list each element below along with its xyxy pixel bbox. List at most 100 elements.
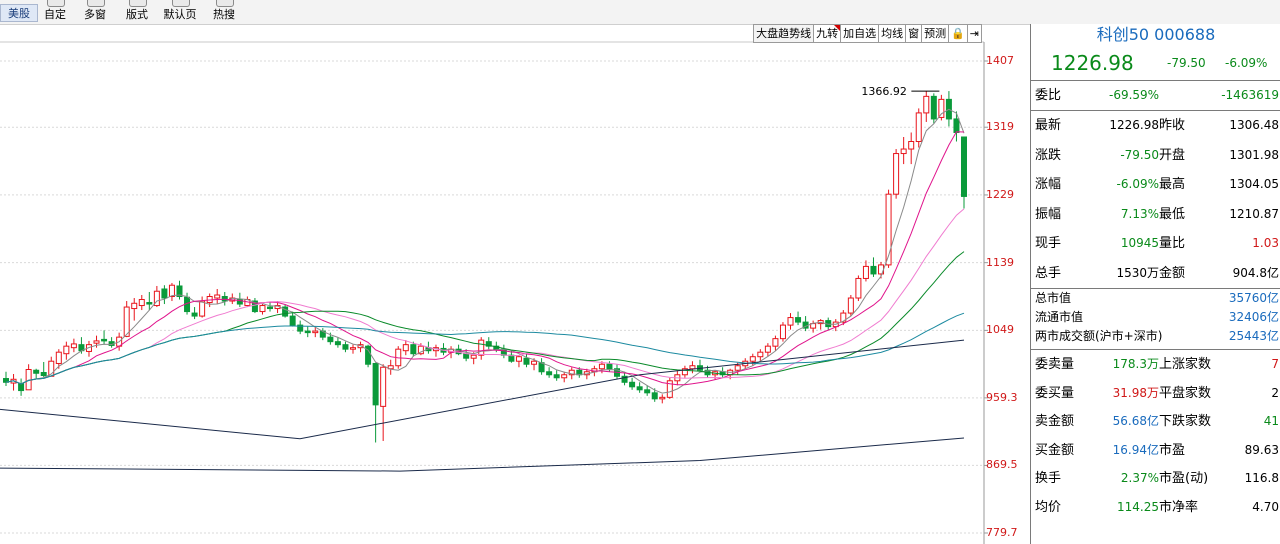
stat-value: 31.98万: [1112, 385, 1159, 400]
candle-body: [161, 288, 168, 299]
candle-body: [598, 363, 605, 370]
weibi-value: -1463619: [1221, 88, 1279, 102]
quote-key: 开盘: [1159, 147, 1186, 163]
price-tick-label: 1229: [986, 187, 1014, 201]
candle-body: [772, 338, 779, 347]
toolbar-button-label: 默认页: [163, 8, 197, 21]
chart-button-label: 窗: [908, 27, 920, 40]
candle-body: [191, 312, 198, 317]
market-tab-us[interactable]: 美股: [0, 4, 38, 22]
chart-button-label: 均线: [881, 27, 904, 40]
candle-body: [855, 277, 862, 299]
chart-button-label: ⇥: [969, 27, 979, 40]
stat-value: 89.63: [1244, 442, 1279, 457]
price-tick-label: 1139: [986, 255, 1014, 269]
candle-body: [764, 345, 771, 353]
current-price: 1226.98: [1051, 51, 1134, 75]
chart-add-watchlist-button[interactable]: 加自选: [840, 24, 880, 43]
quote-row: 振幅 7.13% 最低 1210.87: [1031, 200, 1280, 229]
market-value: 32406亿: [1228, 310, 1279, 324]
candle-body: [55, 351, 62, 364]
quote-value: 10945: [1120, 236, 1159, 250]
stat-key: 平盘家数: [1159, 385, 1212, 401]
candle-body: [199, 300, 206, 317]
kline-chart[interactable]: 1366.92 大盘趋势线 九转 加自选 均线窗预测 🔒 ⇥ 1407 1319 1229 11…: [0, 24, 1030, 544]
stat-key: 均价: [1035, 500, 1062, 515]
candle-body: [18, 383, 25, 392]
quote-value: 1226.98: [1109, 118, 1159, 132]
stat-row: 卖金额 56.68亿 下跌家数 41: [1031, 407, 1280, 436]
market-key: 两市成交额(沪市+深市): [1035, 329, 1163, 343]
market-row: 两市成交额(沪市+深市) 25443亿: [1031, 328, 1280, 345]
high-annotation: 1366.92: [861, 85, 907, 98]
quote-row: 涨幅 -6.09% 最高 1304.05: [1031, 170, 1280, 199]
candle-body: [267, 306, 274, 310]
chart-exit-button[interactable]: ⇥: [966, 24, 982, 43]
price-tick-label: 1319: [986, 120, 1014, 134]
kline-svg: 1366.92: [0, 41, 988, 544]
candle-body: [553, 374, 560, 379]
toolbar-default-page-button[interactable]: 默认页: [160, 0, 200, 24]
toolbar-layout-button[interactable]: 版式: [117, 0, 157, 24]
quote-key: 总手: [1035, 265, 1062, 281]
stat-row: 委卖量 178.3万 上涨家数 7: [1031, 350, 1280, 379]
candle-body: [930, 95, 937, 120]
candle-body: [644, 389, 651, 394]
stock-title: 科创50 000688: [1096, 25, 1216, 44]
candle-body: [923, 95, 930, 114]
stat-key: 下跌家数: [1159, 414, 1212, 430]
toolbar-button-label: 自定: [44, 8, 66, 21]
candle-body: [629, 381, 636, 388]
price-tick-label: 1049: [986, 323, 1014, 337]
chart-window-button[interactable]: 窗: [905, 24, 923, 43]
candle-body: [372, 362, 379, 406]
chart-button-label: 预测: [924, 27, 947, 40]
toolbar-multi-window-button[interactable]: 多窗: [75, 0, 115, 24]
chart-moving-average-button[interactable]: 均线: [878, 24, 907, 43]
candle-body: [138, 299, 145, 307]
chart-lock-button[interactable]: 🔒: [948, 24, 968, 43]
candle-body: [779, 324, 786, 340]
candle-body: [651, 392, 658, 400]
chart-trend-line-button[interactable]: 大盘趋势线: [753, 24, 815, 43]
quote-key: 昨收: [1159, 118, 1186, 133]
candle-body: [131, 302, 138, 310]
chart-button-label: 加自选: [843, 27, 877, 40]
stat-value: 56.68亿: [1112, 414, 1159, 429]
stat-value: 4.70: [1252, 500, 1279, 514]
quote-key: 最新: [1035, 118, 1062, 133]
toolbar-hot-search-button[interactable]: 热搜: [204, 0, 244, 24]
price-tick-label: 869.5: [986, 458, 1018, 472]
quote-value: -79.50: [1120, 147, 1159, 162]
stat-key: 卖金额: [1035, 414, 1075, 430]
candle-body: [312, 330, 319, 334]
candle-body: [870, 265, 877, 275]
toolbar-custom-button[interactable]: 自定: [35, 0, 75, 24]
candle-body: [402, 344, 409, 352]
candle-body: [546, 371, 553, 376]
stat-value: 116.8: [1244, 471, 1279, 486]
toolbar-button-label: 多窗: [84, 8, 106, 21]
stat-row: 均价 114.25 市净率 4.70: [1031, 493, 1280, 522]
market-value: 25443亿: [1228, 329, 1279, 343]
quote-value: 1210.87: [1229, 206, 1279, 221]
quote-value: 1.03: [1252, 236, 1279, 250]
candle-body: [606, 363, 613, 370]
stat-row: 换手 2.37% 市盈(动) 116.8: [1031, 464, 1280, 493]
candle-body: [749, 356, 756, 362]
stat-value: 2.37%: [1120, 471, 1159, 486]
candle-body: [342, 344, 349, 350]
candle-body: [101, 338, 108, 342]
candle-body: [304, 330, 311, 334]
candle-body: [757, 351, 764, 358]
chart-forecast-button[interactable]: 预测: [921, 24, 950, 43]
stat-key: 委买量: [1035, 385, 1075, 401]
toolbar-button-label: 版式: [126, 8, 148, 21]
chart-nine-turn-button[interactable]: 九转: [813, 24, 842, 43]
candle-body: [410, 344, 417, 355]
candle-body: [380, 366, 387, 407]
candle-body: [146, 302, 153, 305]
toolbar-custom-icon: [47, 0, 65, 7]
quote-row: 涨跌 -79.50 开盘 1301.98: [1031, 141, 1280, 170]
candle-body: [734, 365, 741, 371]
